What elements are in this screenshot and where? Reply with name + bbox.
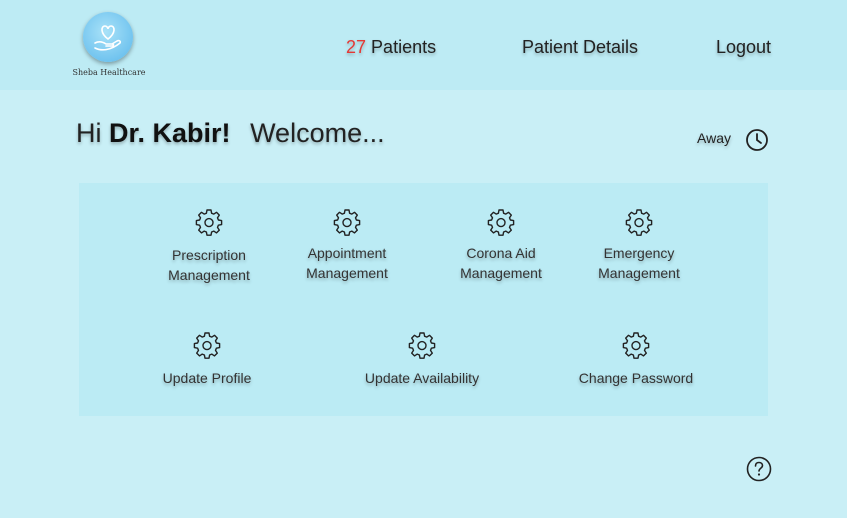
menu-item-corona-aid-management[interactable]: Corona Aid Management [441, 207, 561, 283]
gear-icon [408, 332, 436, 359]
menu-item-label: Appointment Management [306, 245, 388, 281]
menu-item-prescription-management[interactable]: Prescription Management [149, 207, 269, 285]
doctor-name: Dr. Kabir! [109, 118, 231, 148]
menu-item-emergency-management[interactable]: Emergency Management [579, 207, 699, 283]
help-icon[interactable] [745, 455, 773, 483]
greeting-heading: Hi Dr. Kabir! Welcome... [76, 118, 385, 149]
gear-icon [625, 209, 653, 236]
patients-label: Patients [371, 37, 437, 57]
greeting-hi: Hi [76, 118, 102, 148]
menu-item-change-password[interactable]: Change Password [556, 330, 716, 388]
gear-icon [622, 332, 650, 359]
gear-icon [195, 209, 223, 236]
gear-icon [487, 209, 515, 236]
menu-item-label: Update Availability [364, 370, 480, 386]
welcome-text: Welcome... [250, 118, 385, 148]
app-header: Sheba Healthcare 27 Patients Patient Det… [0, 0, 847, 90]
logout-button[interactable]: Logout [716, 37, 771, 58]
management-menu-panel: Prescription Management Appointment Manage… [79, 183, 768, 416]
menu-item-label: Corona Aid Management [460, 245, 542, 281]
menu-item-label: Emergency Management [598, 245, 680, 281]
nav-patient-details-link[interactable]: Patient Details [522, 37, 638, 58]
gear-icon [333, 209, 361, 236]
patient-count: 27 [346, 37, 367, 57]
menu-item-update-profile[interactable]: Update Profile [137, 330, 277, 388]
menu-item-label: Update Profile [162, 370, 252, 386]
clock-icon[interactable] [744, 127, 770, 153]
menu-item-label: Prescription Management [168, 247, 250, 283]
menu-item-appointment-management[interactable]: Appointment Management [287, 207, 407, 283]
menu-item-update-availability[interactable]: Update Availability [342, 330, 502, 388]
gear-icon [193, 332, 221, 359]
heart-hand-icon [83, 12, 133, 62]
brand-logo[interactable]: Sheba Healthcare [72, 10, 146, 82]
brand-name: Sheba Healthcare [72, 68, 146, 77]
nav-patients-link[interactable]: 27 Patients [346, 37, 436, 58]
status-label[interactable]: Away [697, 130, 731, 146]
menu-item-label: Change Password [578, 370, 694, 386]
